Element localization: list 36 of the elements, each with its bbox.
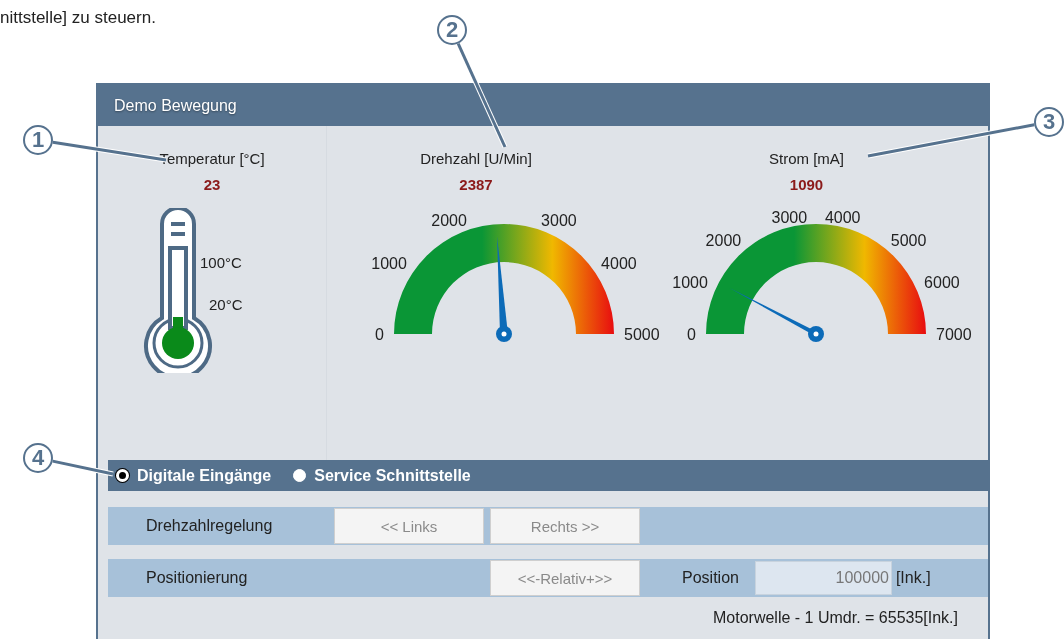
gauge-tick-label: 1000 [672,273,708,291]
window-title: Demo Bewegung [98,85,988,126]
gauge-tick-label: 0 [375,326,384,343]
gauge-tick-label: 6000 [924,273,960,291]
gauge-tick-label: 4000 [601,255,637,273]
gauge-tick-label: 2000 [705,232,742,250]
gauge-tick-label: 3000 [771,209,808,226]
gauge-title: Drehzahl [U/Min] [420,150,532,169]
field-label: Position [682,569,739,587]
intro-text: nittstelle] zu steuern. [0,7,157,28]
scale-label: 20°C [209,296,243,313]
callout-number: 4 [23,443,53,473]
gauge-value: 1090 [789,176,824,195]
row-label: Drehzahlregelung [145,517,274,535]
position-field[interactable]: 100000 [754,561,892,595]
gauge-tick-label: 3000 [541,211,577,229]
gauge-title: Temperatur [°C] [159,150,265,169]
gauge-tick-label: 4000 [824,209,861,226]
gauge-tick-label: 1000 [371,255,407,273]
gauge-tick-label: 7000 [936,326,972,343]
unit-label: [Ink.] [895,569,931,587]
gauge-title: Strom [mA] [769,150,844,169]
radio-icon[interactable] [293,469,307,482]
callout-number: 1 [23,125,53,155]
gauge-tick-label: 5000 [624,326,660,343]
gauge-tick-label: 0 [687,326,696,343]
callout-number: 3 [1034,107,1064,137]
scale-label: 100°C [200,254,242,271]
gauge-value: 2387 [459,176,493,195]
radio-icon[interactable] [116,469,129,482]
gauge-value: 23 [203,176,221,195]
gauge-tick-label: 5000 [890,232,927,250]
callout-number: 2 [437,15,467,45]
gauge-tick-label: 2000 [431,211,467,229]
info-text: Motorwelle - 1 Umdr. = 65535[Ink.] [713,609,958,627]
row-label: Positionierung [145,569,249,587]
